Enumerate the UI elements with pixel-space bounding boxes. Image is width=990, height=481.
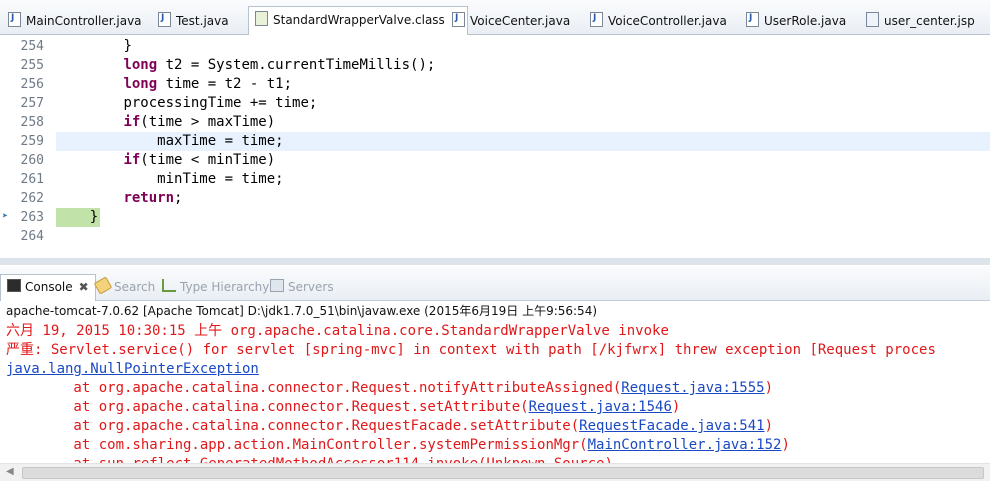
tab-voice-center[interactable]: VoiceCenter.java xyxy=(452,8,570,34)
code-text: return; xyxy=(123,190,183,206)
tab-search[interactable]: Search xyxy=(93,275,156,299)
source-link[interactable]: RequestFacade.java:541 xyxy=(579,418,764,434)
panel-divider[interactable] xyxy=(0,258,990,265)
console-title: apache-tomcat-7.0.62 [Apache Tomcat] D:\… xyxy=(6,304,598,318)
tab-user-center-jsp[interactable]: user_center.jsp xyxy=(866,8,975,34)
type-hierarchy-icon xyxy=(162,279,176,292)
line-number: 255 xyxy=(20,58,44,73)
code-line: 261 minTime = time; xyxy=(0,170,990,189)
console-horizontal-scrollbar[interactable]: ◀ xyxy=(0,463,990,481)
tab-label: Servers xyxy=(288,280,334,294)
tab-label: Console xyxy=(25,280,73,294)
console-line: java.lang.NullPointerException xyxy=(6,360,259,379)
java-file-icon xyxy=(746,12,759,27)
tab-console[interactable]: Console ✖ xyxy=(0,274,96,301)
tab-label: Test.java xyxy=(176,14,229,28)
scrollbar-thumb[interactable] xyxy=(22,467,984,479)
tab-label: VoiceCenter.java xyxy=(470,14,571,28)
java-file-icon xyxy=(158,12,171,27)
tab-type-hierarchy[interactable]: Type Hierarchy xyxy=(162,275,269,299)
code-line: 264 xyxy=(0,227,990,246)
tab-label: user_center.jsp xyxy=(884,14,975,28)
java-file-icon xyxy=(8,12,21,27)
line-number: 261 xyxy=(20,172,44,187)
tab-label: Type Hierarchy xyxy=(180,280,270,294)
code-line: 257 processingTime += time; xyxy=(0,94,990,113)
tab-label: MainController.java xyxy=(26,14,142,28)
code-line: 258 if(time > maxTime) xyxy=(0,113,990,132)
search-icon xyxy=(93,276,113,295)
tab-label: UserRole.java xyxy=(764,14,847,28)
console-line: 六月 19, 2015 10:30:15 上午 org.apache.catal… xyxy=(6,323,669,339)
code-line: 262 return; xyxy=(0,189,990,208)
java-file-icon xyxy=(452,12,465,27)
code-text: long time = t2 - t1; xyxy=(123,76,293,92)
servers-icon xyxy=(270,279,284,292)
stack-trace-line: at org.apache.catalina.connector.Request… xyxy=(6,399,681,415)
code-line: 260 if(time < minTime) xyxy=(0,151,990,170)
code-text: long t2 = System.currentTimeMillis(); xyxy=(123,57,436,73)
java-file-icon xyxy=(590,12,603,27)
scroll-left-arrow-icon[interactable]: ◀ xyxy=(6,466,14,477)
jsp-file-icon xyxy=(866,12,879,27)
line-number: 258 xyxy=(20,115,44,130)
tab-user-role[interactable]: UserRole.java xyxy=(746,8,846,34)
stack-trace-line: at org.apache.catalina.connector.Request… xyxy=(6,380,774,396)
tab-standard-wrapper-valve[interactable]: StandardWrapperValve.class✖ xyxy=(248,6,468,35)
code-line-current: 259 maxTime = time; xyxy=(0,132,990,151)
code-line: 256 long time = t2 - t1; xyxy=(0,75,990,94)
code-text: minTime = time; xyxy=(157,171,284,187)
editor-tab-bar: MainController.java Test.java StandardWr… xyxy=(0,0,990,35)
line-number: 259 xyxy=(20,134,44,149)
code-text: } xyxy=(123,38,132,54)
line-number: 254 xyxy=(20,39,44,54)
class-file-icon xyxy=(255,11,268,26)
line-number: 264 xyxy=(20,229,44,244)
tab-label: VoiceController.java xyxy=(608,14,727,28)
line-number: 260 xyxy=(20,153,44,168)
tab-main-controller[interactable]: MainController.java xyxy=(8,8,142,34)
tab-test[interactable]: Test.java xyxy=(158,8,229,34)
stack-trace-line: at com.sharing.app.action.MainController… xyxy=(6,437,790,453)
code-line: 255 long t2 = System.currentTimeMillis()… xyxy=(0,56,990,75)
code-line: ➤ 263 } xyxy=(0,208,990,227)
line-number: 263 xyxy=(20,210,44,225)
code-text: } xyxy=(89,209,99,225)
close-icon[interactable]: ✖ xyxy=(79,275,89,299)
console-icon xyxy=(7,279,21,292)
code-text: processingTime += time; xyxy=(123,95,318,111)
tab-voice-controller[interactable]: VoiceController.java xyxy=(590,8,727,34)
code-text: if(time < minTime) xyxy=(123,152,276,168)
console-line: 严重: Servlet.service() for servlet [sprin… xyxy=(6,342,936,358)
stack-trace-line: at org.apache.catalina.connector.Request… xyxy=(6,418,774,434)
line-number: 256 xyxy=(20,77,44,92)
code-editor[interactable]: 254 } 255 long t2 = System.currentTimeMi… xyxy=(0,35,990,291)
exception-link[interactable]: java.lang.NullPointerException xyxy=(6,361,259,377)
code-line: 254 } xyxy=(0,37,990,56)
line-number: 262 xyxy=(20,191,44,206)
breakpoint-marker-icon[interactable]: ➤ xyxy=(2,212,10,222)
line-number: 257 xyxy=(20,96,44,111)
tab-servers[interactable]: Servers xyxy=(270,275,334,299)
tab-label: StandardWrapperValve.class xyxy=(273,13,445,27)
code-text: maxTime = time; xyxy=(157,133,284,149)
source-link[interactable]: MainController.java:152 xyxy=(588,437,782,453)
source-link[interactable]: Request.java:1546 xyxy=(529,399,672,415)
view-tab-bar: Console ✖ Search Type Hierarchy Servers xyxy=(0,266,990,301)
tab-label: Search xyxy=(114,280,156,294)
code-text: if(time > maxTime) xyxy=(123,114,276,130)
source-link[interactable]: Request.java:1555 xyxy=(621,380,764,396)
